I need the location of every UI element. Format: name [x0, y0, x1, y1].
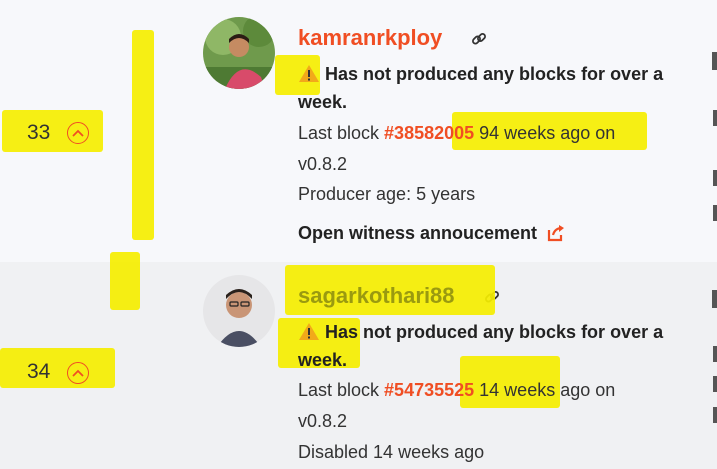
warning-line: Has not produced any blocks for over a — [298, 319, 663, 343]
last-block-line: Last block #38582005 94 weeks ago on — [298, 123, 615, 144]
warning-triangle-icon — [299, 323, 319, 340]
highlight-mark — [110, 252, 140, 310]
version-text: v0.8.2 — [298, 154, 348, 174]
external-link-icon[interactable] — [546, 224, 566, 242]
avatar-image — [203, 17, 275, 89]
block-number-link[interactable]: #54735525 — [384, 380, 474, 400]
truncated-column — [713, 376, 717, 392]
warning-text-continued: week. — [298, 350, 348, 370]
truncated-column — [712, 52, 717, 70]
announcement-link[interactable]: Open witness annoucement — [298, 223, 537, 243]
witness-row: 33 kamranrkploy Has not produced any blo… — [0, 0, 717, 262]
avatar[interactable] — [203, 275, 275, 347]
witness-name-link[interactable]: sagarkothari88 — [298, 283, 455, 309]
truncated-column — [713, 110, 717, 126]
last-block-label: Last block — [298, 380, 385, 400]
last-block-age: 94 weeks ago on — [474, 123, 616, 143]
disabled-text: Disabled 14 weeks ago — [298, 442, 485, 462]
warning-text-continued: week. — [298, 92, 348, 112]
avatar-image — [203, 275, 275, 347]
truncated-column — [713, 205, 717, 221]
witness-rank: 33 — [27, 121, 51, 144]
warning-line: Has not produced any blocks for over a — [298, 61, 663, 85]
last-block-line: Last block #54735525 14 weeks ago on — [298, 380, 615, 401]
chevron-up-icon — [72, 129, 84, 137]
last-block-age: 14 weeks ago on — [474, 380, 616, 400]
highlight-mark — [0, 348, 115, 388]
witness-rank: 34 — [27, 360, 51, 383]
upvote-button[interactable] — [67, 122, 89, 144]
truncated-column — [713, 346, 717, 362]
producer-age-text: Producer age: 5 years — [298, 184, 476, 204]
highlight-mark — [132, 30, 154, 240]
chevron-up-icon — [72, 369, 84, 377]
last-block-label: Last block — [298, 123, 385, 143]
witness-name-link[interactable]: kamranrkploy — [298, 25, 442, 51]
truncated-column — [713, 407, 717, 423]
warning-text: Has not produced any blocks for over a — [325, 64, 664, 84]
truncated-column — [712, 290, 717, 308]
truncated-column — [713, 170, 717, 186]
announcement-line[interactable]: Open witness annoucement — [298, 221, 566, 244]
link-icon[interactable] — [471, 31, 487, 47]
block-number-link[interactable]: #38582005 — [384, 123, 474, 143]
upvote-button[interactable] — [67, 362, 89, 384]
warning-text: Has not produced any blocks for over a — [325, 322, 664, 342]
version-text: v0.8.2 — [298, 411, 348, 431]
warning-triangle-icon — [299, 65, 319, 82]
avatar[interactable] — [203, 17, 275, 89]
